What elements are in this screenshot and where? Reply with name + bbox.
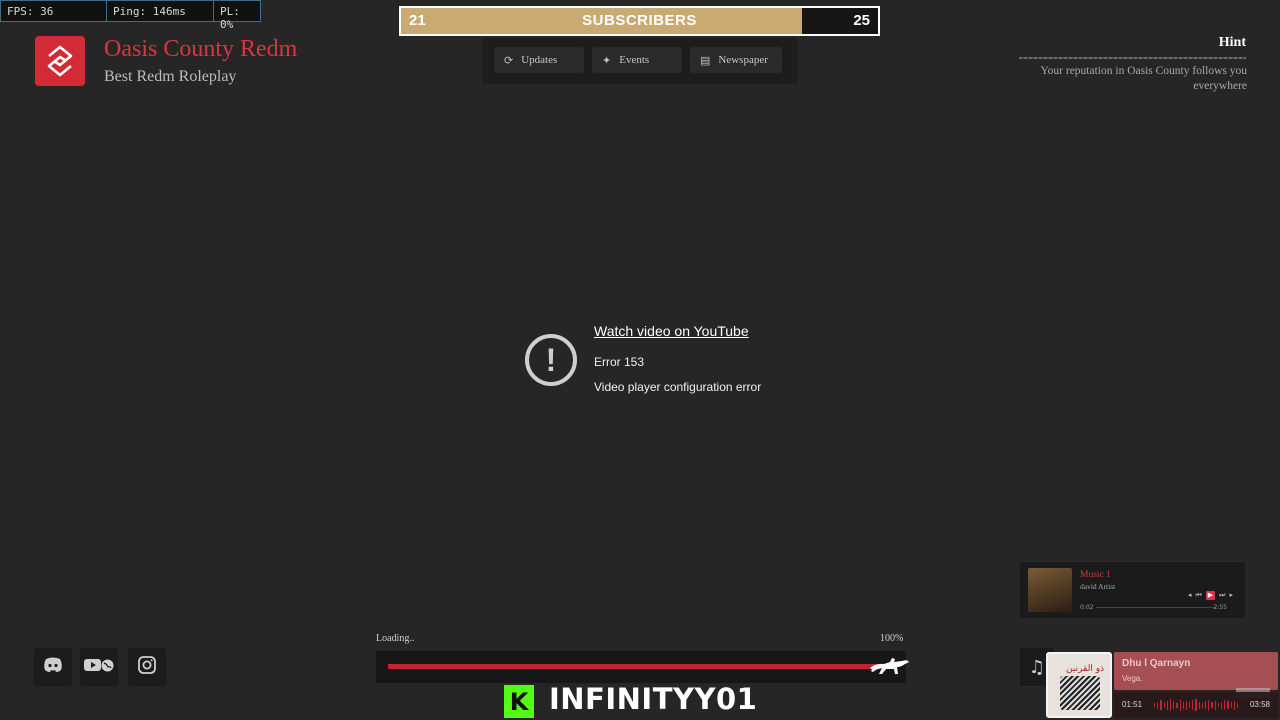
waveform-bar <box>1154 703 1156 707</box>
events-button[interactable]: ✦ Events <box>592 47 682 73</box>
album-calligraphy: ذو القرنين <box>1066 664 1105 674</box>
previous-icon[interactable]: ⏮ <box>1195 591 1201 600</box>
waveform-bar <box>1227 701 1229 709</box>
youtube-globe-icon <box>84 657 114 677</box>
waveform-bar <box>1208 699 1210 711</box>
watch-on-youtube-link[interactable]: Watch video on YouTube <box>594 323 749 339</box>
play-icon[interactable]: ▶ <box>1205 591 1216 600</box>
waveform-bar <box>1192 700 1194 710</box>
waveform-bar <box>1179 699 1181 711</box>
volume-up-icon[interactable]: ▸ <box>1229 591 1233 600</box>
waveform-bar <box>1201 702 1203 708</box>
s-emblem-icon <box>35 36 85 86</box>
loading-track <box>388 664 882 669</box>
music-card: Music 1 david Artist ◂ ⏮ ▶ ⏭ ▸ 0:02 2:55 <box>1020 562 1245 618</box>
events-label: Events <box>619 54 650 66</box>
error-code: Error 153 <box>594 355 645 369</box>
sparkle-icon: ✦ <box>602 54 612 67</box>
subscriber-label: SUBSCRIBERS <box>582 12 697 29</box>
discord-icon <box>43 657 63 677</box>
loading-label: Loading.. <box>376 633 415 644</box>
waveform-bar <box>1220 701 1223 709</box>
subscriber-goal-bar: 21 SUBSCRIBERS 25 <box>399 6 880 36</box>
waveform-bar <box>1224 700 1226 710</box>
now-playing-duration: 03:58 <box>1249 700 1270 709</box>
instagram-icon <box>138 656 156 678</box>
packet-loss-readout: PL: 0% <box>220 5 240 31</box>
now-playing-title: Dhu l Qarnayn <box>1122 658 1191 669</box>
music-controls: ◂ ⏮ ▶ ⏭ ▸ <box>1188 591 1233 600</box>
waveform-bar <box>1211 702 1213 708</box>
streamer-name: INFINITYY01 <box>549 682 758 716</box>
music-title: Music 1 <box>1080 570 1111 580</box>
subscriber-goal: 25 <box>853 12 870 29</box>
newspaper-label: Newspaper <box>718 54 768 66</box>
waveform-bar <box>1214 700 1216 710</box>
hint-text: Your reputation in Oasis County follows … <box>1040 65 1247 92</box>
music-duration: 2:55 <box>1213 604 1227 611</box>
waveform-bar <box>1195 699 1197 711</box>
music-elapsed: 0:02 <box>1080 604 1094 611</box>
discord-button[interactable] <box>34 648 72 686</box>
debug-overlay: FPS: 36 Ping: 146ms PL: 0% <box>0 0 261 31</box>
kick-icon: K <box>504 685 534 718</box>
music-progress[interactable] <box>1096 607 1215 608</box>
waveform-bar <box>1236 702 1239 708</box>
now-playing-artist: Vega. <box>1122 674 1143 683</box>
hint-divider <box>1019 57 1246 59</box>
album-art <box>1028 568 1072 612</box>
newspaper-icon: ▤ <box>700 54 711 67</box>
youtube-website-button[interactable] <box>80 648 118 686</box>
ping-readout: Ping: 146ms <box>107 1 214 21</box>
error-message: Video player configuration error <box>594 380 762 394</box>
updates-button[interactable]: ⟳ Updates <box>494 47 584 73</box>
now-playing-waveform[interactable]: 01:51 03:58 <box>1114 692 1278 718</box>
horse-rider-icon <box>868 655 910 682</box>
refresh-icon: ⟳ <box>504 54 514 67</box>
waveform-bar <box>1166 700 1168 710</box>
updates-label: Updates <box>521 54 558 66</box>
waveform-bar <box>1230 702 1232 708</box>
loading-bar <box>376 651 906 683</box>
newspaper-button[interactable]: ▤ Newspaper <box>690 47 782 73</box>
now-playing-album-art: ذو القرنين <box>1046 652 1112 718</box>
waveform-bar <box>1157 701 1159 709</box>
brand-subtitle: Best Redm Roleplay <box>104 68 237 85</box>
waveform-bar <box>1160 700 1162 710</box>
loading-fill <box>388 664 882 669</box>
next-icon[interactable]: ⏭ <box>1219 591 1225 600</box>
top-nav: ⟳ Updates ✦ Events ▤ Newspaper <box>482 38 798 84</box>
waveform-bar <box>1173 701 1175 709</box>
now-playing-panel: Dhu l Qarnayn Vega. <box>1114 652 1278 690</box>
fps-readout: FPS: 36 <box>1 1 107 21</box>
waveform-bar <box>1169 699 1172 711</box>
waveform-bar <box>1233 700 1235 710</box>
music-artist: david Artist <box>1080 582 1116 591</box>
waveform-bar <box>1185 700 1188 710</box>
brand-title: Oasis County Redm <box>104 36 298 62</box>
album-figure <box>1060 676 1100 710</box>
hint-title: Hint <box>1218 35 1246 50</box>
waveform-bar <box>1198 701 1200 709</box>
waveform-bar <box>1217 703 1219 707</box>
waveform-bar <box>1182 701 1184 709</box>
loading-percent: 100% <box>880 633 904 644</box>
waveform-bar <box>1163 702 1165 708</box>
waveform-bar <box>1189 702 1191 708</box>
waveform-bar <box>1176 702 1178 708</box>
volume-down-icon[interactable]: ◂ <box>1188 591 1192 600</box>
instagram-button[interactable] <box>128 648 166 686</box>
waveform-bars <box>1154 699 1239 711</box>
now-playing-elapsed: 01:51 <box>1122 700 1143 709</box>
waveform-bar <box>1205 701 1207 709</box>
alert-icon: ! <box>525 334 577 386</box>
